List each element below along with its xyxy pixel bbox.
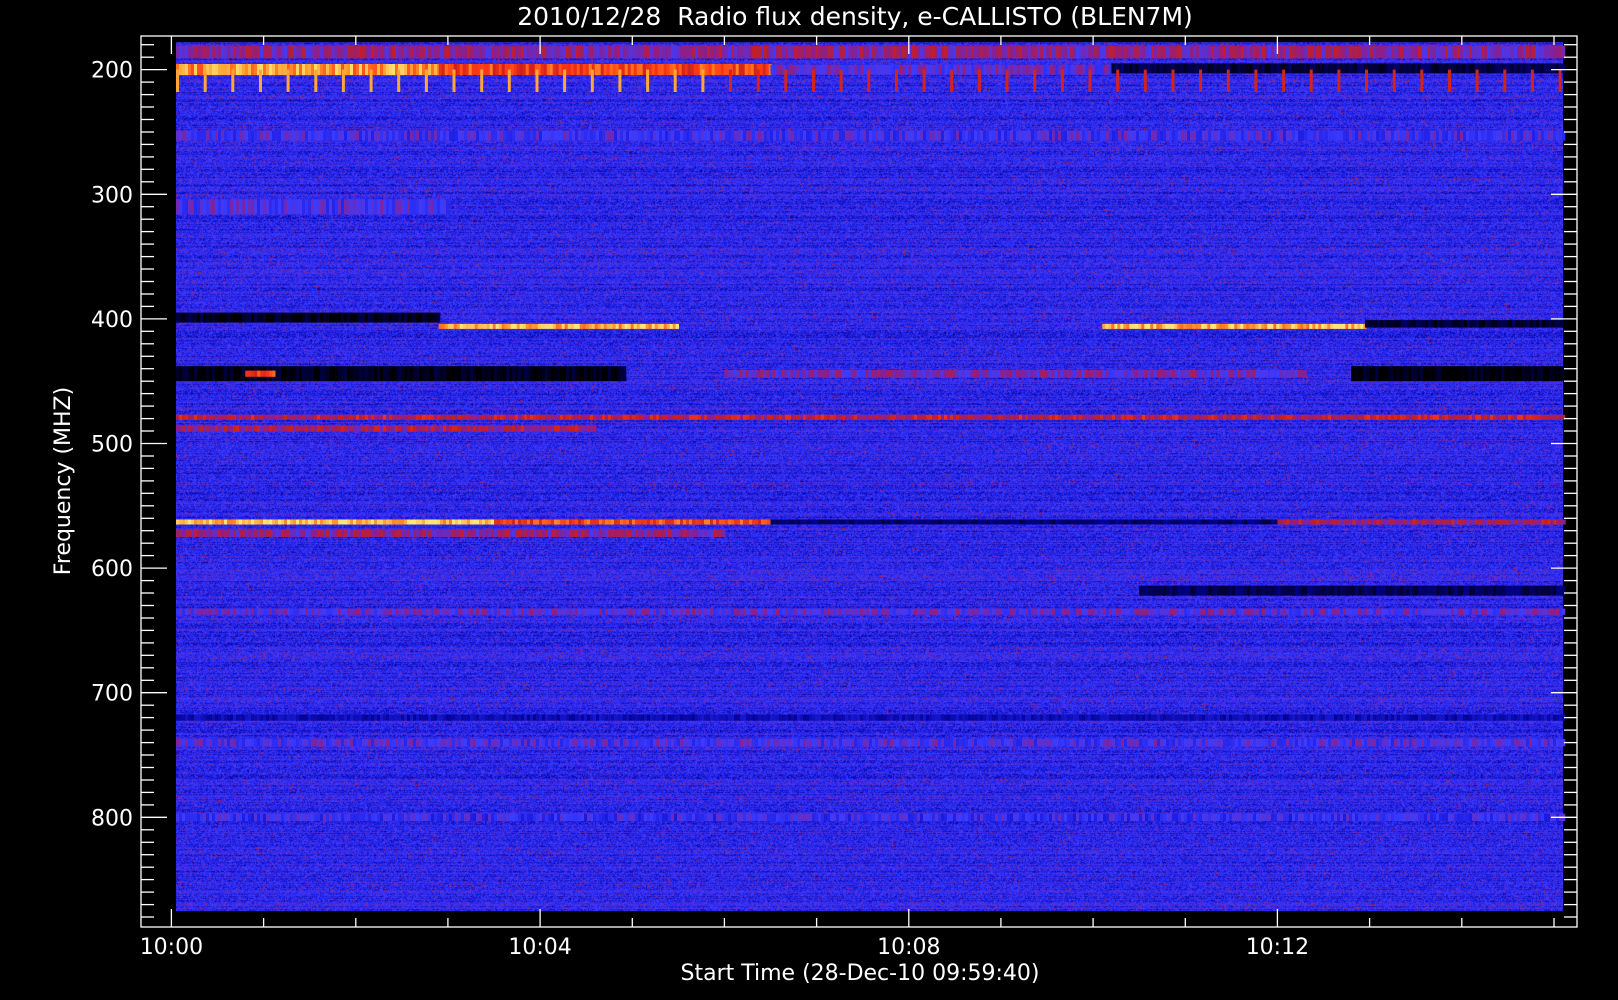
y-tick-label: 500 [91,433,133,458]
emission-band [176,199,450,215]
emission-band [176,46,1566,59]
emission-band [176,519,495,525]
emission-band [176,425,597,432]
emission-band [176,813,1566,822]
spectrogram-heatmap [176,42,1567,912]
y-tick-label: 700 [91,682,133,707]
emission-band [1351,366,1565,382]
emission-band [176,414,1566,420]
emission-band [1139,585,1566,596]
emission-band [176,714,1566,721]
emission-band [176,312,441,323]
y-tick-label: 300 [91,183,133,208]
emission-band [176,130,1566,141]
x-tick-label: 10:08 [877,935,940,960]
emission-band [245,370,276,377]
emission-band [438,323,679,329]
emission-band [176,64,441,76]
x-tick-label: 10:04 [508,935,571,960]
x-axis-label: Start Time (28-Dec-10 09:59:40) [681,961,1040,986]
y-tick-label: 400 [91,308,133,333]
y-tick-label: 600 [91,557,133,582]
x-tick-label: 10:12 [1246,935,1309,960]
emission-band [176,366,627,382]
emission-band [1365,320,1567,328]
emission-band [176,738,1566,747]
emission-band [176,608,1566,615]
x-tick-label: 10:00 [140,935,203,960]
y-axis-label: Frequency (MHZ) [51,387,76,575]
emission-band [1102,323,1367,329]
emission-band [1277,519,1566,525]
emission-band [494,519,774,525]
spectrogram-background [176,42,1564,912]
emission-band [438,64,772,76]
chart-title: 2010/12/28 Radio flux density, e-CALLIST… [517,2,1193,31]
y-tick-label: 200 [91,59,133,84]
y-tick-label: 800 [91,806,133,831]
emission-band [176,529,726,537]
emission-band [724,370,1307,378]
spectrogram-figure: 2010/12/28 Radio flux density, e-CALLIST… [0,0,1618,1000]
emission-band [770,519,1278,525]
